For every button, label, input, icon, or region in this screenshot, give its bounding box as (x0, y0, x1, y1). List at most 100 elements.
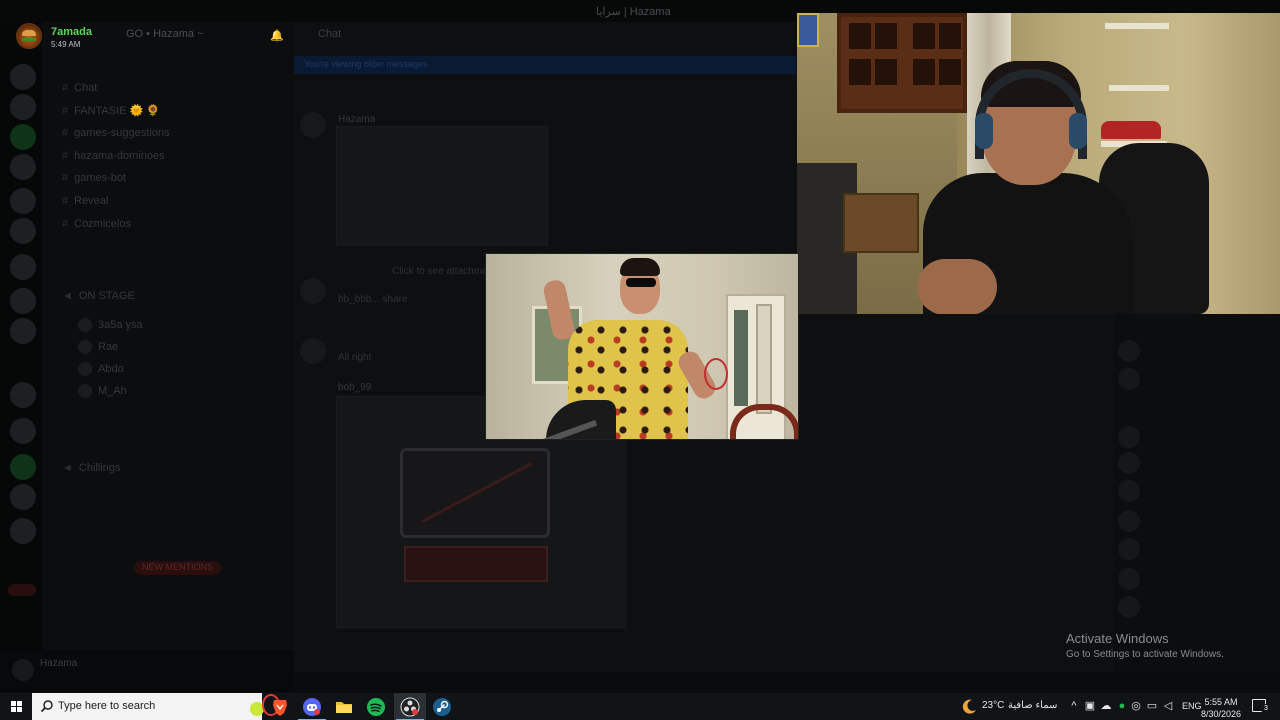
obs-icon[interactable] (396, 697, 424, 720)
channel-item[interactable]: # Chat (62, 82, 97, 94)
server-icon[interactable] (10, 518, 36, 544)
clip-racket (704, 358, 728, 390)
voice-user-name: Rae (98, 340, 119, 353)
bell-icon[interactable]: 🔔 (270, 29, 284, 42)
chat-channel-name: Chat (318, 28, 342, 40)
notification-time: 5:49 AM (51, 40, 81, 49)
server-icon[interactable] (10, 154, 36, 180)
voice-user[interactable]: Rae (78, 340, 118, 354)
hash-icon: # (62, 105, 69, 117)
taskbar-clock[interactable]: 5:55 AM 8/30/2026 (1198, 696, 1244, 720)
avatar (78, 340, 92, 354)
message-text[interactable]: Click to see attachment (392, 266, 496, 277)
older-messages-banner[interactable]: You're viewing older messages (294, 56, 796, 74)
watermark-title: Activate Windows (1066, 631, 1169, 646)
server-list[interactable] (0, 22, 42, 672)
hash-icon: # (62, 82, 69, 94)
message-text: All right (338, 352, 372, 363)
clock-time: 5:55 AM (1204, 697, 1238, 707)
voice-channel-item[interactable]: ◄ Chillings (62, 462, 120, 474)
speaker-icon: ◄ (62, 462, 73, 474)
avatar[interactable] (300, 278, 326, 304)
avatar[interactable] (1118, 480, 1140, 502)
new-mentions-pill[interactable]: NEW MENTIONS (134, 561, 221, 575)
avatar[interactable] (1118, 368, 1140, 390)
hash-icon: # (62, 150, 69, 162)
channel-label: games-suggestions (74, 127, 170, 139)
weather-temperature[interactable]: 23°C (982, 700, 1004, 711)
server-icon[interactable] (10, 318, 36, 344)
avatar[interactable] (1118, 538, 1140, 560)
avatar (78, 318, 92, 332)
weather-description[interactable]: سماء صافية (1008, 700, 1057, 711)
avatar[interactable] (300, 338, 326, 364)
channel-item[interactable]: # games-suggestions (62, 127, 170, 139)
weather-icon[interactable] (960, 698, 978, 716)
taskbar-search[interactable]: Type here to search (32, 693, 280, 720)
headset-cup (1069, 113, 1087, 149)
channel-item[interactable]: # games-bot (62, 172, 126, 184)
message-author[interactable]: bob_99 (338, 382, 371, 393)
volume-icon[interactable]: ◁ (1162, 699, 1174, 713)
channel-item[interactable]: # Reveal (62, 195, 108, 207)
server-icon[interactable] (10, 288, 36, 314)
spotify-icon[interactable] (366, 697, 386, 717)
voice-user[interactable]: 3a5a ysa (78, 318, 143, 332)
mention-badge (8, 584, 36, 596)
start-button[interactable] (0, 693, 32, 720)
watermark-subtitle: Go to Settings to activate Windows. (1066, 649, 1224, 660)
voice-user[interactable]: Abdo (78, 362, 124, 376)
video-clip-overlay (485, 253, 799, 440)
avatar[interactable] (1118, 452, 1140, 474)
voice-channel-item[interactable]: ◄ ON STAGE (62, 290, 135, 302)
channel-item[interactable]: # FANTASIE 🌞 🌻 (62, 104, 160, 117)
server-icon[interactable] (10, 382, 36, 408)
channel-item[interactable]: # hazama-dominoes (62, 150, 165, 162)
steam-icon[interactable] (432, 697, 452, 717)
server-icon[interactable] (10, 454, 36, 480)
headset-cup (975, 113, 993, 149)
voice-user-name: M_Ah (98, 384, 127, 397)
server-icon[interactable] (10, 254, 36, 280)
discord-icon[interactable] (298, 697, 326, 720)
avatar[interactable] (300, 112, 326, 138)
avatar (78, 384, 92, 398)
avatar (78, 362, 92, 376)
message-attachment[interactable] (336, 126, 548, 246)
avatar[interactable] (12, 659, 34, 681)
server-icon[interactable] (10, 94, 36, 120)
server-icon[interactable] (10, 484, 36, 510)
file-explorer-icon[interactable] (334, 697, 354, 717)
onedrive-icon[interactable]: ☁ (1100, 699, 1112, 713)
clip-door-glass (756, 304, 772, 414)
avatar[interactable] (1118, 340, 1140, 362)
avatar[interactable] (1118, 426, 1140, 448)
user-name: Hazama (40, 658, 78, 669)
banner-text: You're viewing older messages (304, 59, 428, 69)
notification-card[interactable]: 7amada 5:49 AM 🔔 (8, 18, 288, 54)
avatar[interactable] (1118, 568, 1140, 590)
channel-label: Chillings (78, 462, 121, 474)
notification-count-badge: 3 (1261, 704, 1271, 714)
network-icon[interactable]: ▭ (1146, 699, 1158, 713)
tray-app-icon[interactable]: ◎ (1130, 699, 1142, 713)
spotify-tray-icon[interactable]: ● (1116, 699, 1128, 713)
avatar[interactable] (1118, 596, 1140, 618)
brave-icon[interactable] (270, 697, 290, 717)
server-icon[interactable] (10, 218, 36, 244)
avatar[interactable] (1118, 510, 1140, 532)
channel-label: Chat (74, 82, 98, 94)
server-icon[interactable] (10, 188, 36, 214)
server-icon[interactable] (10, 64, 36, 90)
hash-icon: # (62, 195, 69, 207)
channel-label: Cozmicelos (74, 218, 131, 230)
server-icon[interactable] (10, 418, 36, 444)
chevron-up-icon[interactable]: ^ (1068, 699, 1080, 713)
tray-app-icon[interactable]: ▣ (1084, 699, 1096, 713)
voice-user[interactable]: M_Ah (78, 384, 127, 398)
server-icon[interactable] (10, 124, 36, 150)
webcam-overlay (797, 13, 1280, 314)
shelf (1105, 23, 1169, 29)
message-author[interactable]: Hazama (338, 114, 375, 125)
channel-item[interactable]: # Cozmicelos (62, 218, 131, 230)
